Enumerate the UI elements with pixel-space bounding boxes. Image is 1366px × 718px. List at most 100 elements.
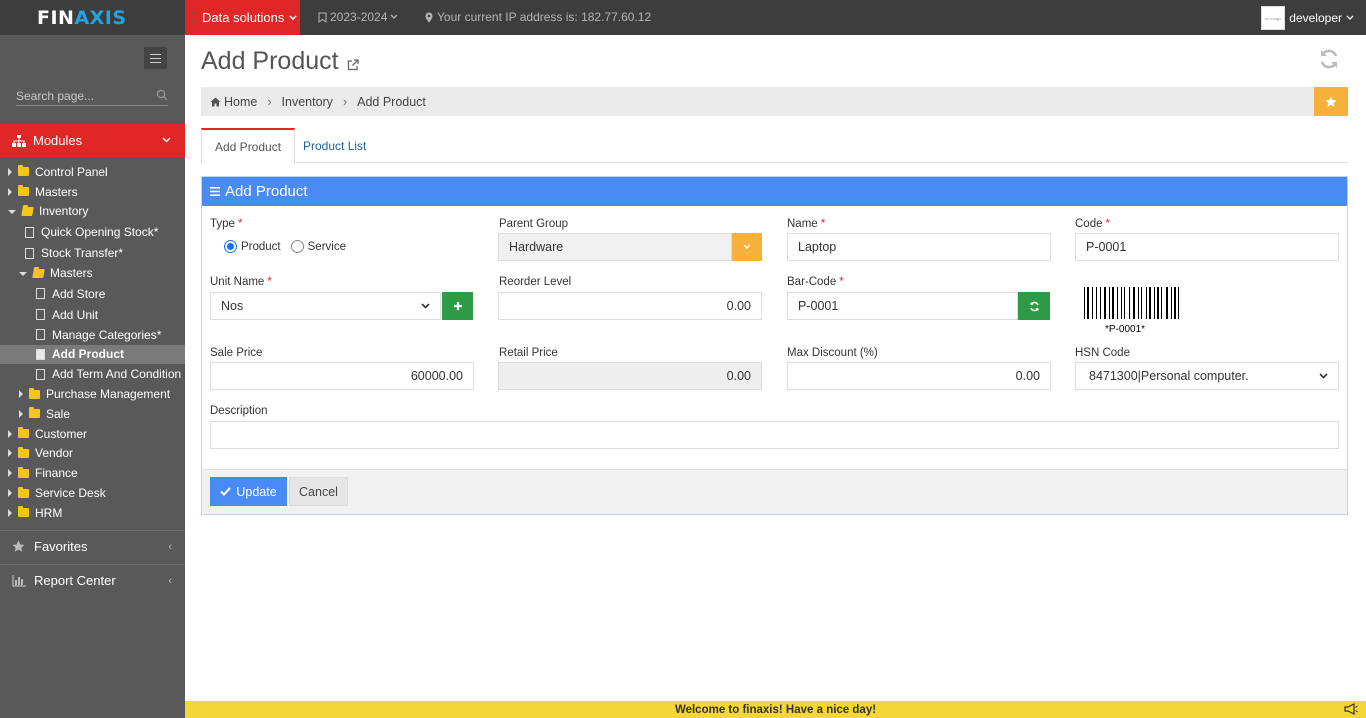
hsn-code-label: HSN Code (1075, 347, 1130, 359)
list-icon (210, 187, 220, 196)
retail-price-input[interactable]: 0.00 (498, 362, 762, 390)
tab-product-list[interactable]: Product List (290, 128, 379, 163)
caret-right-icon (19, 409, 23, 418)
tree-item-vendor[interactable]: Vendor (0, 444, 185, 464)
barcode-bar (1178, 287, 1180, 319)
sale-price-input[interactable]: 60000.00 (210, 362, 474, 390)
parent-group-select[interactable]: Hardware (498, 233, 732, 261)
regenerate-barcode-button[interactable] (1018, 292, 1050, 320)
search-page-input[interactable] (16, 88, 151, 104)
tree-item-stock-transfer[interactable]: Stock Transfer* (0, 243, 185, 263)
file-icon (36, 348, 45, 360)
refresh-icon[interactable] (1318, 48, 1340, 70)
folder-icon (18, 185, 29, 197)
bookmark-icon (318, 12, 327, 23)
add-unit-button[interactable] (442, 292, 473, 320)
barcode-bar (1155, 287, 1156, 319)
tree-item-hrm[interactable]: HRM (0, 503, 185, 523)
type-service-radio[interactable] (290, 240, 304, 253)
data-solutions-menu[interactable]: Data solutions (185, 0, 300, 41)
code-input[interactable]: P-0001 (1075, 233, 1339, 261)
tree-item-add-store[interactable]: Add Store (0, 283, 185, 305)
type-label: Type * (210, 218, 242, 230)
parent-group-dropdown-button[interactable] (732, 233, 762, 261)
chevron-down-icon (1346, 15, 1354, 20)
chevron-down-icon (421, 303, 430, 309)
external-link-icon[interactable] (347, 58, 359, 71)
favorites-label: Favorites (34, 539, 88, 554)
tree-item-add-product[interactable]: Add Product (0, 344, 185, 365)
tree-item-label: Add Unit (52, 307, 99, 322)
breadcrumb-current: Add Product (357, 94, 426, 109)
breadcrumb-separator: › (267, 94, 272, 109)
code-label-text: Code (1075, 218, 1103, 230)
unit-name-value: Nos (221, 299, 244, 313)
tree-item-manage-categories[interactable]: Manage Categories* (0, 325, 185, 345)
caret-right-icon (8, 167, 12, 176)
tree-item-add-unit[interactable]: Add Unit (0, 305, 185, 325)
report-center-menu[interactable]: Report Center ‹ (12, 573, 172, 588)
top-navbar: Data solutions 2023-2024 Your current IP… (185, 0, 1366, 41)
report-center-label: Report Center (34, 573, 116, 588)
hsn-code-select[interactable]: 8471300|Personal computer. (1075, 362, 1339, 390)
reorder-level-input[interactable]: 0.00 (498, 292, 762, 320)
barcode-label: Bar-Code * (787, 276, 844, 288)
file-icon (36, 329, 45, 341)
tree-item-label: Control Panel (35, 164, 108, 179)
sale-price-label: Sale Price (210, 347, 263, 359)
breadcrumb-home[interactable]: Home (210, 95, 257, 109)
caret-right-icon (8, 187, 12, 196)
update-button[interactable]: Update (210, 477, 287, 506)
tree-item-quick-opening-stock[interactable]: Quick Opening Stock* (0, 221, 185, 243)
menu-toggle-icon[interactable] (144, 47, 167, 69)
fiscal-year-dropdown[interactable]: 2023-2024 (318, 10, 398, 24)
tree-item-label: HRM (35, 505, 63, 520)
megaphone-icon[interactable] (1344, 703, 1358, 715)
add-favorite-button[interactable] (1314, 87, 1348, 116)
page-title-row: Add Product (201, 47, 359, 76)
folder-icon (29, 387, 40, 399)
tree-item-add-term-and-condition[interactable]: Add Term And Condition (0, 364, 185, 384)
tree-item-masters[interactable]: Masters (0, 182, 185, 202)
tree-item-inventory[interactable]: Inventory (0, 202, 185, 222)
search-icon[interactable] (156, 89, 168, 101)
tree-item-inventory-masters[interactable]: Masters (0, 263, 185, 283)
description-input[interactable] (210, 421, 1339, 449)
name-input[interactable]: Laptop (787, 233, 1051, 261)
cancel-button[interactable]: Cancel (289, 477, 348, 506)
barcode-bar (1124, 287, 1126, 319)
file-icon (36, 288, 45, 300)
tree-item-customer[interactable]: Customer (0, 424, 185, 444)
barcode-bar (1173, 287, 1176, 319)
tree-item-sale[interactable]: Sale (0, 404, 185, 424)
chevron-down-icon (289, 14, 297, 20)
type-product-radio[interactable] (224, 240, 237, 253)
tree-item-service-desk[interactable]: Service Desk (0, 483, 185, 503)
brand-logo[interactable]: FIN AXIS (0, 0, 185, 35)
unit-name-select[interactable]: Nos (210, 292, 441, 320)
favorites-menu[interactable]: Favorites ‹ (12, 539, 172, 554)
barcode-input[interactable]: P-0001 (787, 292, 1018, 320)
data-solutions-label: Data solutions (202, 10, 285, 25)
folder-icon (29, 407, 40, 419)
name-label: Name * (787, 218, 825, 230)
add-product-panel: Add Product Type * Product Service Parent… (201, 176, 1348, 515)
welcome-text: Welcome to finaxis! Have a nice day! (674, 703, 877, 716)
tree-item-control-panel[interactable]: Control Panel (0, 162, 185, 182)
brand-logo-part2: AXIS (74, 6, 127, 29)
panel-title: Add Product (225, 183, 308, 200)
user-menu[interactable]: no image developer (1261, 6, 1354, 30)
tree-item-label: Purchase Management (46, 387, 171, 402)
tree-item-label: Masters (35, 184, 78, 199)
barcode-bar (1099, 287, 1101, 319)
max-discount-input[interactable]: 0.00 (787, 362, 1051, 390)
chevron-left-icon: ‹ (168, 540, 172, 553)
modules-menu[interactable]: Modules (0, 124, 193, 157)
tab-add-product[interactable]: Add Product (201, 128, 296, 164)
tree-item-label: Quick Opening Stock* (41, 225, 159, 240)
tree-item-purchase-management[interactable]: Purchase Management (0, 384, 185, 404)
required-marker: * (1105, 218, 1110, 230)
username: developer (1289, 11, 1342, 25)
breadcrumb-inventory[interactable]: Inventory (282, 95, 333, 109)
tree-item-finance[interactable]: Finance (0, 463, 185, 483)
